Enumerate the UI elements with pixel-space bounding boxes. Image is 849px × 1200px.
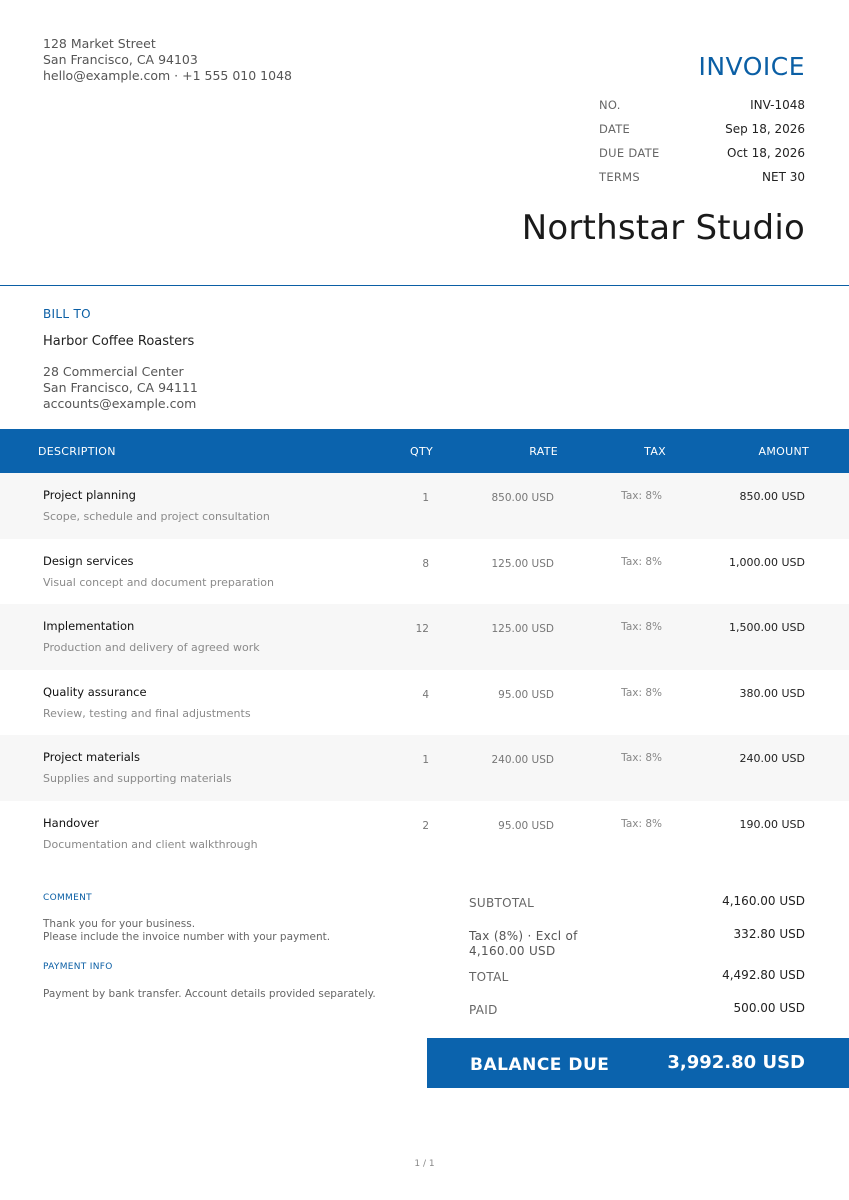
total-label: TOTAL <box>469 970 509 984</box>
tax-label-line2: 4,160.00 USD <box>469 944 556 958</box>
sender-contact: hello@example.com · +1 555 010 1048 <box>43 68 292 83</box>
item-tax: Tax: 8% <box>621 490 662 502</box>
subtotal-label: SUBTOTAL <box>469 896 535 910</box>
item-tax: Tax: 8% <box>621 621 662 633</box>
item-amount: 190.00 USD <box>739 817 806 831</box>
item-details: Visual concept and document preparation <box>43 575 274 589</box>
sender-city: San Francisco, CA 94103 <box>43 52 198 67</box>
paid-label: PAID <box>469 1003 498 1017</box>
meta-value: NET 30 <box>762 170 805 184</box>
item-rate: 850.00 USD <box>491 492 554 504</box>
meta-row-date: DATE Sep 18, 2026 <box>599 117 805 141</box>
sender-street: 128 Market Street <box>43 36 156 51</box>
item-details: Documentation and client walkthrough <box>43 837 258 851</box>
item-qty: 12 <box>415 623 429 635</box>
meta-value: Oct 18, 2026 <box>727 146 805 160</box>
table-row: Project materials Supplies and supportin… <box>0 735 849 801</box>
item-amount: 1,500.00 USD <box>729 621 805 634</box>
page-number: 1 / 1 <box>414 1159 435 1169</box>
bill-to-label: BILL TO <box>43 307 91 321</box>
item-tax: Tax: 8% <box>621 752 662 764</box>
payment-info-text: Payment by bank transfer. Account detail… <box>43 988 376 1000</box>
item-description: Handover <box>43 815 99 830</box>
balance-due-bar: BALANCE DUE 3,992.80 USD <box>427 1038 849 1088</box>
comment-label: COMMENT <box>43 893 92 903</box>
item-description: Project materials <box>43 750 140 764</box>
item-rate: 95.00 USD <box>498 819 554 832</box>
item-description: Implementation <box>43 619 135 633</box>
invoice-meta: NO. INV-1048 DATE Sep 18, 2026 DUE DATE … <box>599 93 805 189</box>
paid-value: 500.00 USD <box>733 1001 805 1015</box>
tax-label-line1: Tax (8%) · Excl of <box>469 929 578 943</box>
payment-info-label: PAYMENT INFO <box>43 962 113 972</box>
client-address-line1: 28 Commercial Center <box>43 364 184 379</box>
header-rate: RATE <box>529 445 558 458</box>
table-row: Design services Visual concept and docum… <box>0 539 849 605</box>
item-description: Project planning <box>43 488 136 502</box>
header-tax: TAX <box>644 445 666 458</box>
table-row: Handover Documentation and client walkth… <box>0 801 849 867</box>
balance-due-value: 3,992.80 USD <box>667 1052 805 1073</box>
comment-line2: Please include the invoice number with y… <box>43 931 331 943</box>
item-rate: 125.00 USD <box>491 623 554 635</box>
item-rate: 95.00 USD <box>498 688 554 701</box>
item-details: Production and delivery of agreed work <box>43 641 260 654</box>
client-email: accounts@example.com <box>43 396 197 411</box>
meta-label: DATE <box>599 122 631 136</box>
table-row: Implementation Production and delivery o… <box>0 604 849 670</box>
item-tax: Tax: 8% <box>621 686 662 699</box>
item-description: Quality assurance <box>43 684 147 699</box>
meta-value: Sep 18, 2026 <box>725 122 805 136</box>
company-name: Northstar Studio <box>521 208 805 248</box>
item-tax: Tax: 8% <box>621 817 662 830</box>
item-rate: 240.00 USD <box>491 754 554 766</box>
client-address: 28 Commercial Center San Francisco, CA 9… <box>43 364 198 412</box>
item-rate: 125.00 USD <box>491 557 554 570</box>
sender-address: 128 Market Street San Francisco, CA 9410… <box>43 36 292 84</box>
client-address-line2: San Francisco, CA 94111 <box>43 380 198 395</box>
item-description: Design services <box>43 553 134 568</box>
meta-label: NO. <box>599 98 621 112</box>
item-tax: Tax: 8% <box>621 555 662 568</box>
subtotal-value: 4,160.00 USD <box>722 894 805 908</box>
item-qty: 1 <box>422 754 429 766</box>
tax-value: 332.80 USD <box>733 927 805 941</box>
meta-value: INV-1048 <box>750 98 805 112</box>
item-qty: 4 <box>422 688 429 701</box>
item-details: Supplies and supporting materials <box>43 772 232 785</box>
header-description: DESCRIPTION <box>38 445 116 458</box>
meta-row-number: NO. INV-1048 <box>599 93 805 117</box>
tax-label: Tax (8%) · Excl of 4,160.00 USD <box>469 929 578 959</box>
client-name: Harbor Coffee Roasters <box>43 334 195 349</box>
item-details: Review, testing and final adjustments <box>43 706 251 720</box>
balance-due-label: BALANCE DUE <box>470 1055 610 1075</box>
item-amount: 380.00 USD <box>739 686 806 700</box>
item-qty: 8 <box>422 557 429 570</box>
total-value: 4,492.80 USD <box>722 968 805 982</box>
meta-label: DUE DATE <box>599 146 660 160</box>
item-amount: 1,000.00 USD <box>729 555 805 569</box>
invoice-title: INVOICE <box>698 52 805 81</box>
meta-row-due-date: DUE DATE Oct 18, 2026 <box>599 141 805 165</box>
header-amount: AMOUNT <box>758 445 809 458</box>
item-qty: 2 <box>422 819 429 832</box>
header-divider <box>0 285 849 286</box>
table-row: Quality assurance Review, testing and fi… <box>0 670 849 736</box>
meta-label: TERMS <box>599 170 641 184</box>
header-qty: QTY <box>410 445 433 458</box>
table-row: Project planning Scope, schedule and pro… <box>0 473 849 539</box>
comment-text: Thank you for your business. Please incl… <box>43 918 330 944</box>
meta-row-terms: TERMS NET 30 <box>599 165 805 189</box>
comment-line1: Thank you for your business. <box>43 918 196 930</box>
item-details: Scope, schedule and project consultation <box>43 510 270 523</box>
table-header: DESCRIPTION QTY RATE TAX AMOUNT <box>0 429 849 473</box>
item-amount: 240.00 USD <box>739 752 806 765</box>
item-qty: 1 <box>422 492 429 504</box>
item-amount: 850.00 USD <box>739 490 806 503</box>
